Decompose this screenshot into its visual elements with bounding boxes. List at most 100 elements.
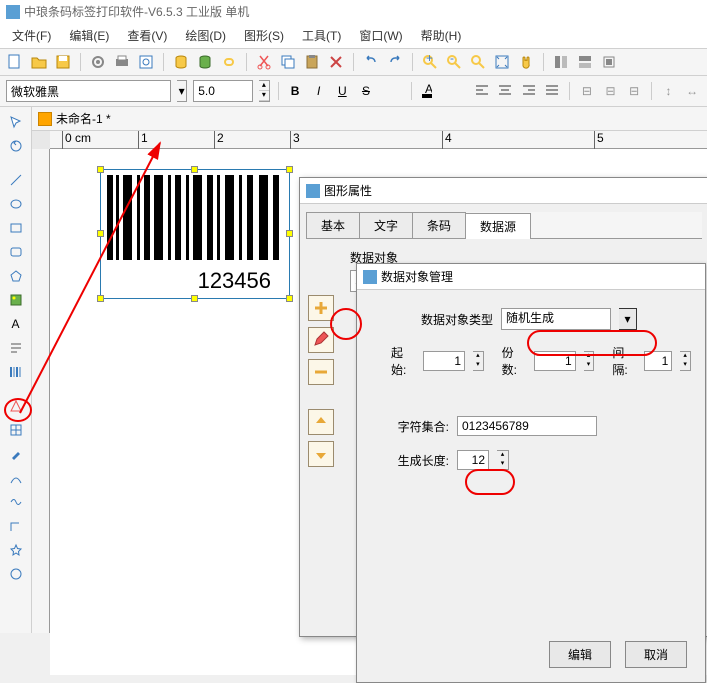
line-tool-icon[interactable]: [5, 169, 27, 191]
zoomin-icon[interactable]: +: [421, 53, 439, 71]
italic-icon[interactable]: I: [310, 80, 328, 102]
menu-file[interactable]: 文件(F): [4, 25, 59, 46]
barcode-object[interactable]: 123456: [100, 169, 290, 299]
arc-tool-icon[interactable]: [5, 467, 27, 489]
save-icon[interactable]: [54, 53, 72, 71]
tab-datasource[interactable]: 数据源: [465, 213, 531, 239]
zoom-icon[interactable]: [469, 53, 487, 71]
new-icon[interactable]: [6, 53, 24, 71]
font-size-spinner[interactable]: ▴▾: [259, 80, 269, 102]
text-color-icon[interactable]: A: [420, 82, 433, 100]
align-center-icon[interactable]: [496, 80, 514, 102]
rotate-tool-icon[interactable]: [5, 135, 27, 157]
valign2-icon[interactable]: ⊟: [602, 80, 620, 102]
data-manager-titlebar[interactable]: 数据对象管理: [357, 264, 705, 290]
handle-ne[interactable]: [286, 166, 293, 173]
preview-icon[interactable]: [137, 53, 155, 71]
barcode-tool-icon[interactable]: [5, 361, 27, 383]
handle-se[interactable]: [286, 295, 293, 302]
menu-shape[interactable]: 图形(S): [236, 25, 292, 46]
underline-icon[interactable]: U: [334, 80, 352, 102]
copy-icon[interactable]: [279, 53, 297, 71]
db-icon[interactable]: [172, 53, 190, 71]
handle-n[interactable]: [191, 166, 198, 173]
richtext-tool-icon[interactable]: [5, 337, 27, 359]
bold-icon[interactable]: B: [286, 80, 304, 102]
type-select[interactable]: 随机生成: [501, 308, 611, 330]
pen-tool-icon[interactable]: [5, 443, 27, 465]
print-icon[interactable]: [113, 53, 131, 71]
tab-basic[interactable]: 基本: [306, 212, 360, 238]
start-spin[interactable]: ▴▾: [473, 351, 484, 371]
tab-barcode[interactable]: 条码: [412, 212, 466, 238]
settings-icon[interactable]: [89, 53, 107, 71]
roundrect-tool-icon[interactable]: [5, 241, 27, 263]
circle2-tool-icon[interactable]: [5, 563, 27, 585]
handle-s[interactable]: [191, 295, 198, 302]
count-spin[interactable]: ▴▾: [584, 351, 595, 371]
spacing1-icon[interactable]: ↕: [660, 80, 678, 102]
dropdown-icon[interactable]: ▾: [619, 308, 637, 330]
menu-edit[interactable]: 编辑(E): [61, 25, 117, 46]
polygon-tool-icon[interactable]: [5, 265, 27, 287]
cut-icon[interactable]: [255, 53, 273, 71]
menu-window[interactable]: 窗口(W): [351, 25, 410, 46]
strike-icon[interactable]: S: [357, 80, 375, 102]
grid-tool-icon[interactable]: [5, 419, 27, 441]
corner-tool-icon[interactable]: [5, 515, 27, 537]
text-tool-icon[interactable]: A: [5, 313, 27, 335]
align-left-icon[interactable]: [473, 80, 491, 102]
align1-icon[interactable]: [552, 53, 570, 71]
curve-tool-icon[interactable]: [5, 491, 27, 513]
cancel-button[interactable]: 取消: [625, 641, 687, 668]
fit-icon[interactable]: [493, 53, 511, 71]
redo-icon[interactable]: [386, 53, 404, 71]
ellipse-tool-icon[interactable]: [5, 193, 27, 215]
length-input[interactable]: [457, 450, 489, 470]
star-tool-icon[interactable]: [5, 539, 27, 561]
undo-icon[interactable]: [362, 53, 380, 71]
handle-nw[interactable]: [97, 166, 104, 173]
handle-e[interactable]: [286, 230, 293, 237]
font-name-select[interactable]: [6, 80, 171, 102]
valign3-icon[interactable]: ⊟: [625, 80, 643, 102]
image-tool-icon[interactable]: [5, 289, 27, 311]
pointer-tool-icon[interactable]: [5, 111, 27, 133]
align-justify-icon[interactable]: [544, 80, 562, 102]
align-right-icon[interactable]: [520, 80, 538, 102]
menu-view[interactable]: 查看(V): [119, 25, 175, 46]
moveup-button[interactable]: [308, 409, 334, 435]
db2-icon[interactable]: [196, 53, 214, 71]
link-icon[interactable]: [220, 53, 238, 71]
hand-icon[interactable]: [517, 53, 535, 71]
edit-button[interactable]: [308, 327, 334, 353]
edit-button[interactable]: 编辑: [549, 641, 611, 668]
rect-tool-icon[interactable]: [5, 217, 27, 239]
tab-text[interactable]: 文字: [359, 212, 413, 238]
spacing2-icon[interactable]: ↔: [683, 80, 701, 102]
document-tab[interactable]: 未命名-1 *: [32, 107, 707, 131]
length-spin[interactable]: ▴▾: [497, 450, 509, 470]
font-dropdown-icon[interactable]: ▾: [177, 80, 187, 102]
properties-titlebar[interactable]: 图形属性: [300, 178, 707, 204]
count-input[interactable]: [534, 351, 576, 371]
remove-button[interactable]: [308, 359, 334, 385]
paste-icon[interactable]: [303, 53, 321, 71]
zoomout-icon[interactable]: -: [445, 53, 463, 71]
menu-help[interactable]: 帮助(H): [413, 25, 470, 46]
interval-spin[interactable]: ▴▾: [680, 351, 691, 371]
open-icon[interactable]: [30, 53, 48, 71]
delete-icon[interactable]: [327, 53, 345, 71]
interval-input[interactable]: [644, 351, 672, 371]
align2-icon[interactable]: [576, 53, 594, 71]
start-input[interactable]: [423, 351, 465, 371]
triangle-tool-icon[interactable]: [5, 395, 27, 417]
handle-w[interactable]: [97, 230, 104, 237]
align3-icon[interactable]: [600, 53, 618, 71]
menu-draw[interactable]: 绘图(D): [177, 25, 234, 46]
font-size-input[interactable]: [193, 80, 253, 102]
menu-tools[interactable]: 工具(T): [294, 25, 349, 46]
movedown-button[interactable]: [308, 441, 334, 467]
add-button[interactable]: [308, 295, 334, 321]
valign1-icon[interactable]: ⊟: [578, 80, 596, 102]
